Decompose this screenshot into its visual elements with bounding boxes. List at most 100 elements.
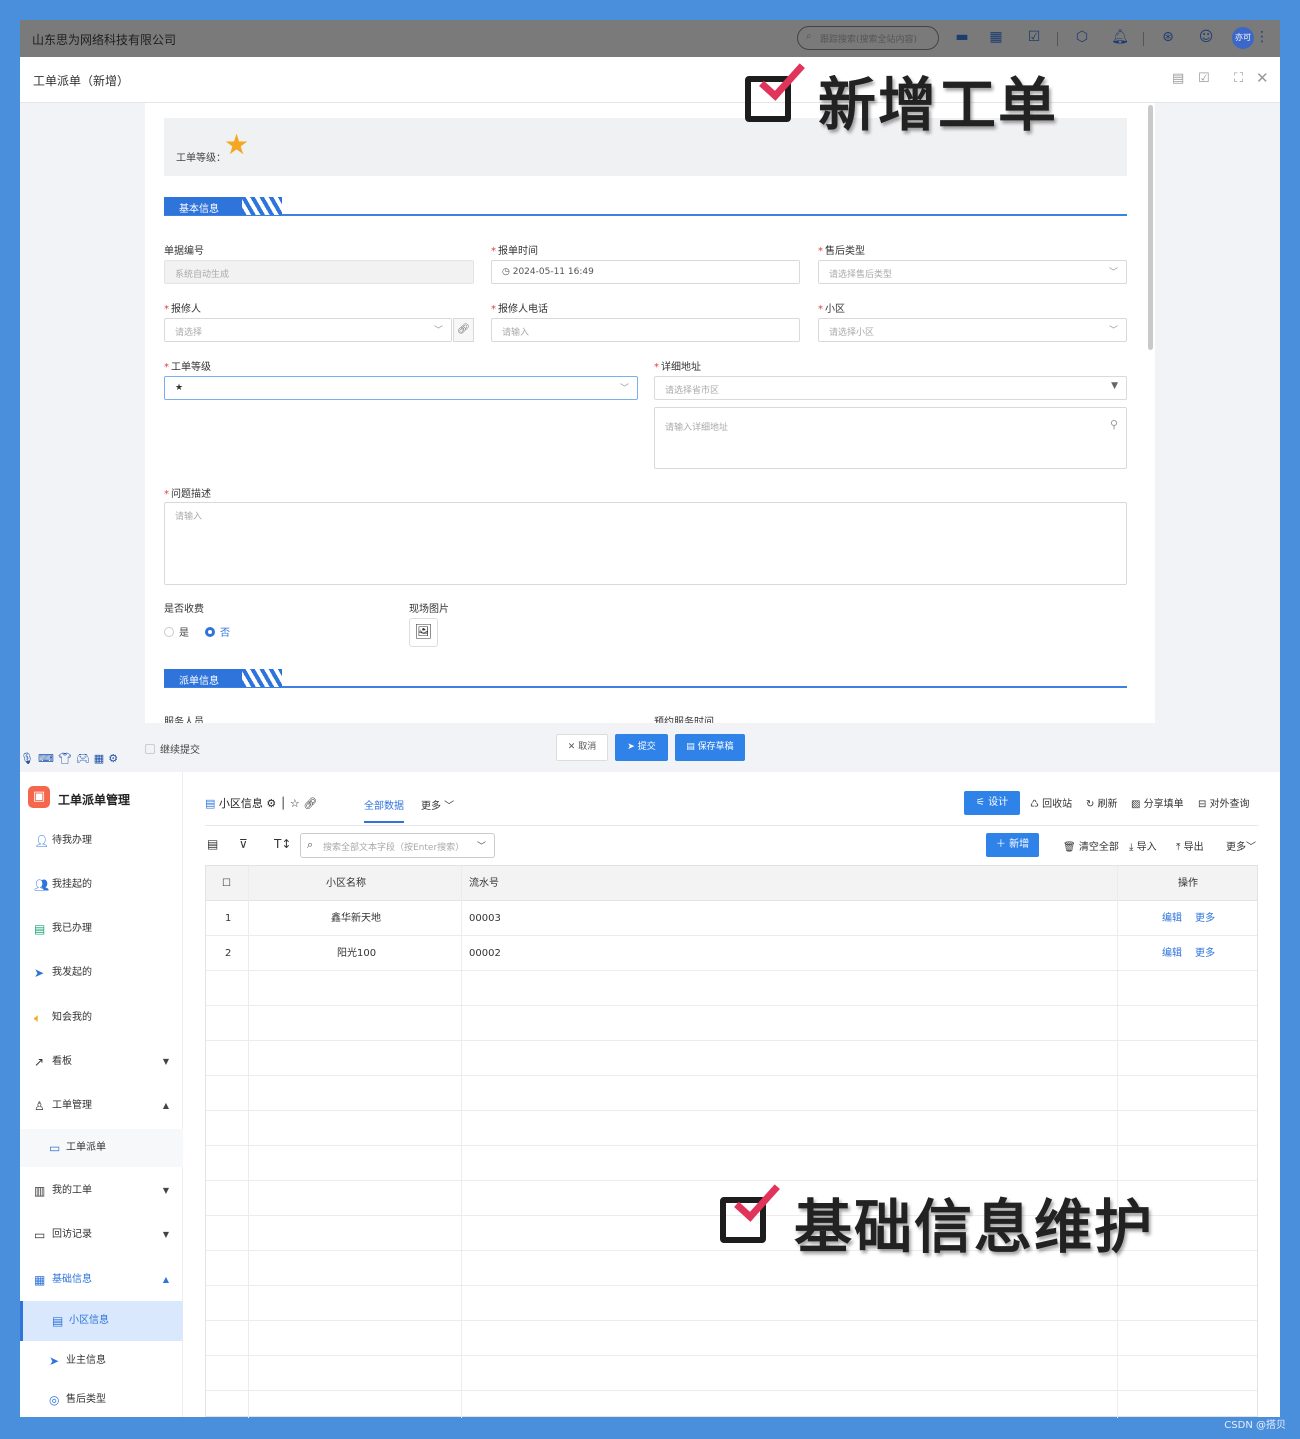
reporter-select[interactable]: 请选择 ﹀ — [164, 318, 452, 342]
link-icon[interactable]: 🔗︎ — [303, 797, 317, 810]
sidebar-item-done[interactable]: ▤ 我已办理 — [20, 910, 183, 948]
task-icon[interactable]: ☑ — [1024, 29, 1044, 49]
overlay-title-new-ticket: 新增工单 — [818, 71, 1059, 139]
bell-icon[interactable]: 🔔︎ — [1110, 29, 1130, 49]
link-icon[interactable]: 🔗︎ — [453, 318, 474, 342]
continue-submit-checkbox[interactable]: 继续提交 — [145, 741, 200, 756]
csdn-watermark: CSDN @搭贝 — [1224, 1420, 1286, 1431]
reporter-phone-input[interactable]: 请输入 — [491, 318, 800, 342]
level-select[interactable]: ★ ﹀ — [164, 376, 638, 400]
address-detail-textarea[interactable]: 请输入详细地址 ⚲ — [654, 407, 1127, 469]
check-icon[interactable]: ☑ — [1198, 71, 1210, 86]
table-row[interactable]: 2 阳光100 00002 编辑 更多 — [206, 936, 1257, 971]
external-query-button[interactable]: ⊟ 对外查询 — [1198, 795, 1250, 810]
sidebar-item-initiated[interactable]: ➤ 我发起的 — [20, 954, 183, 992]
sidebar-item-visit-records[interactable]: ▭ 回访记录 ▼ — [20, 1216, 183, 1254]
chevron-down-icon: ﹀ — [619, 384, 629, 394]
caret-down-icon: ▼ — [162, 1230, 169, 1239]
select-all-checkbox[interactable]: ☐ — [222, 866, 234, 901]
user-pause-icon: 👥︎ — [34, 878, 50, 892]
fullscreen-icon[interactable]: ⛶ — [1234, 71, 1243, 86]
edit-link[interactable]: 编辑 — [1162, 901, 1182, 936]
doc-check-icon: ▤ — [34, 922, 46, 936]
form-scrollbar[interactable] — [1148, 105, 1153, 350]
more-link[interactable]: 更多 — [1195, 901, 1215, 936]
shirt-icon[interactable]: 👕︎ — [58, 752, 76, 765]
add-button[interactable]: ＋ 新增 — [986, 833, 1039, 857]
edit-link[interactable]: 编辑 — [1162, 936, 1182, 971]
table-title: ▤ 小区信息 ⚙︎ │ ☆ 🔗︎ — [205, 797, 318, 810]
sidebar-item-notified[interactable]: 🔈︎ 知会我的 — [20, 999, 183, 1037]
settings-hex-icon[interactable]: ⬡ — [1072, 29, 1092, 49]
modal-title: 工单派单（新增） — [33, 74, 130, 88]
report-time-field[interactable]: ◷ 2024-05-11 16:49 — [491, 260, 800, 284]
sidebar-item-suspended[interactable]: 👥︎ 我挂起的 — [20, 866, 183, 904]
sidebar-item-ticket-mgmt[interactable]: ♙ 工单管理 ▲ — [20, 1087, 183, 1125]
gear-icon[interactable]: ⚙︎ — [266, 797, 276, 810]
charge-yes-radio[interactable]: 是 — [164, 624, 189, 639]
sidebar-item-owner[interactable]: ➤ 业主信息 — [20, 1342, 183, 1380]
aftersale-type-select[interactable]: 请选择售后类型 ﹀ — [818, 260, 1127, 284]
design-button[interactable]: ⚟ 设计 — [964, 791, 1020, 815]
compass-icon[interactable]: ⊛ — [1158, 29, 1178, 49]
avatar[interactable]: 亦可 — [1232, 27, 1254, 49]
aftersale-type-label: * 售后类型 — [818, 246, 865, 257]
share-button[interactable]: ▨ 分享填单 — [1131, 795, 1184, 810]
tab-all-data[interactable]: 全部数据 — [364, 797, 404, 823]
sidebar-item-basic-info[interactable]: ▦ 基础信息 ▲ — [20, 1261, 183, 1299]
charge-no-radio[interactable]: 否 — [205, 624, 230, 639]
document-icon: ▤ — [205, 797, 216, 810]
modal-header: 工单派单（新增） ▤ ☑ ⛶ ✕ — [20, 57, 1280, 103]
tab-more[interactable]: 更多 ﹀ — [421, 797, 454, 812]
table-row[interactable]: 1 鑫华新天地 00003 编辑 更多 — [206, 901, 1257, 936]
sidebar-item-community[interactable]: ▤ 小区信息 — [20, 1301, 183, 1341]
save-draft-button[interactable]: ▤ 保存草稿 — [675, 734, 745, 761]
mic-icon[interactable]: 🎙︎ — [20, 752, 38, 765]
empty-row — [206, 1111, 1257, 1146]
apps-icon[interactable]: ▦ — [986, 29, 1006, 49]
star-outline-icon[interactable]: ☆ — [290, 797, 300, 810]
sidebar-item-todo[interactable]: 👤︎ 待我办理 — [20, 822, 183, 860]
cancel-button[interactable]: ✕ 取消 — [556, 734, 608, 761]
section-basic-label: 基本信息 — [164, 197, 242, 215]
clear-all-button[interactable]: 🗑︎ 清空全部 — [1063, 838, 1119, 853]
text-size-icon[interactable]: T↕ — [274, 837, 291, 851]
recycle-button[interactable]: ♺ 回收站 — [1030, 795, 1072, 810]
doc-no-label: 单据编号 — [164, 246, 204, 257]
row-index: 2 — [225, 948, 232, 959]
more-vertical-icon[interactable]: ⋮ — [1252, 29, 1272, 49]
community-select[interactable]: 请选择小区 ﹀ — [818, 318, 1127, 342]
sidebar-item-aftersale-type[interactable]: ◎ 售后类型 — [20, 1381, 183, 1419]
caret-down-icon: ▼ — [162, 1057, 169, 1066]
submit-button[interactable]: ➤ 提交 — [615, 734, 668, 761]
sidebar-item-dashboard[interactable]: ↗ 看板 ▼ — [20, 1043, 183, 1081]
print-icon[interactable]: ▤ — [1172, 71, 1184, 86]
grid-icon[interactable]: ▦ — [94, 752, 108, 765]
region-select[interactable]: 请选择省市区 ▼ — [654, 376, 1127, 400]
table-tabbar: ▤ 小区信息 ⚙︎ │ ☆ 🔗︎ 全部数据 更多 ﹀ ⚟ 设计 ♺ 回收站 ↻ … — [205, 791, 1258, 826]
gamepad-icon[interactable]: 🎮︎ — [76, 752, 94, 765]
user-check-icon: 👤︎ — [34, 834, 50, 848]
table-search-input[interactable]: ⌕ 搜索全部文本字段（按Enter搜索） ﹀ — [300, 833, 495, 858]
trend-icon: ↗ — [34, 1055, 45, 1069]
more-button[interactable]: 更多﹀ — [1226, 838, 1256, 853]
filter-icon[interactable]: ⊽ — [239, 837, 248, 851]
clock-icon: ◷ — [502, 267, 513, 277]
work-order-app: ▣ 工单派单管理 👤︎ 待我办理 👥︎ 我挂起的 ▤ 我已办理 ➤ 我发起的 🔈︎ 知会我… — [20, 772, 1280, 1419]
column-header-serial: 流水号 — [469, 878, 499, 889]
monitor-icon[interactable]: ▬ — [952, 29, 972, 49]
sidebar-item-dispatch[interactable]: ▭ 工单派单 — [20, 1129, 183, 1167]
problem-textarea[interactable]: 请输入 — [164, 502, 1127, 585]
close-icon[interactable]: ✕ — [1256, 69, 1269, 87]
sidebar-item-my-tickets[interactable]: ▥ 我的工单 ▼ — [20, 1172, 183, 1210]
print-icon[interactable]: ▤ — [207, 837, 218, 851]
refresh-button[interactable]: ↻ 刷新 — [1086, 795, 1118, 810]
import-button[interactable]: ⤓ 导入 — [1129, 838, 1157, 853]
gear-icon[interactable]: ⚙︎ — [108, 752, 122, 765]
keyboard-icon[interactable]: ⌨︎ — [38, 752, 58, 765]
global-search-input[interactable]: ⌕ 跟踪搜索(搜索全站内容) — [797, 26, 939, 50]
user-icon[interactable]: ☺ — [1196, 29, 1216, 49]
image-upload-icon[interactable]: 🖼︎ — [409, 618, 438, 647]
export-button[interactable]: ⤒ 导出 — [1176, 838, 1204, 853]
more-link[interactable]: 更多 — [1195, 936, 1215, 971]
